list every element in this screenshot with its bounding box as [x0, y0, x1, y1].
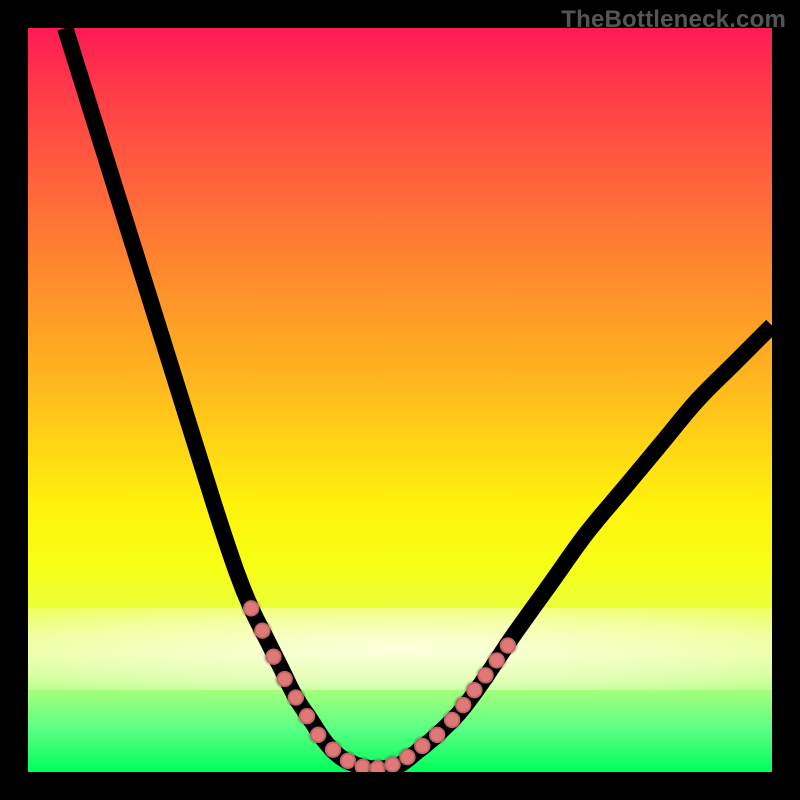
- marker-point: [243, 600, 259, 616]
- marker-point: [288, 689, 304, 705]
- marker-point: [466, 682, 482, 698]
- marker-point: [325, 741, 341, 757]
- marker-point: [340, 753, 356, 769]
- marker-point: [489, 652, 505, 668]
- marker-point: [299, 708, 315, 724]
- marker-point: [276, 671, 292, 687]
- curve-svg: [28, 28, 772, 772]
- marker-point: [500, 637, 516, 653]
- glow-band: [28, 608, 772, 690]
- watermark-text: TheBottleneck.com: [561, 6, 786, 34]
- bottleneck-curve-path: [65, 28, 772, 769]
- marker-point: [444, 712, 460, 728]
- highlight-markers: [243, 600, 516, 772]
- marker-point: [310, 727, 326, 743]
- chart-frame: TheBottleneck.com: [0, 0, 800, 800]
- marker-point: [265, 648, 281, 664]
- marker-point: [429, 727, 445, 743]
- marker-point: [477, 667, 493, 683]
- marker-point: [254, 622, 270, 638]
- marker-point: [455, 697, 471, 713]
- marker-point: [414, 738, 430, 754]
- marker-point: [384, 756, 400, 772]
- marker-point: [355, 759, 371, 772]
- plot-area: [28, 28, 772, 772]
- marker-point: [369, 760, 385, 772]
- marker-point: [399, 749, 415, 765]
